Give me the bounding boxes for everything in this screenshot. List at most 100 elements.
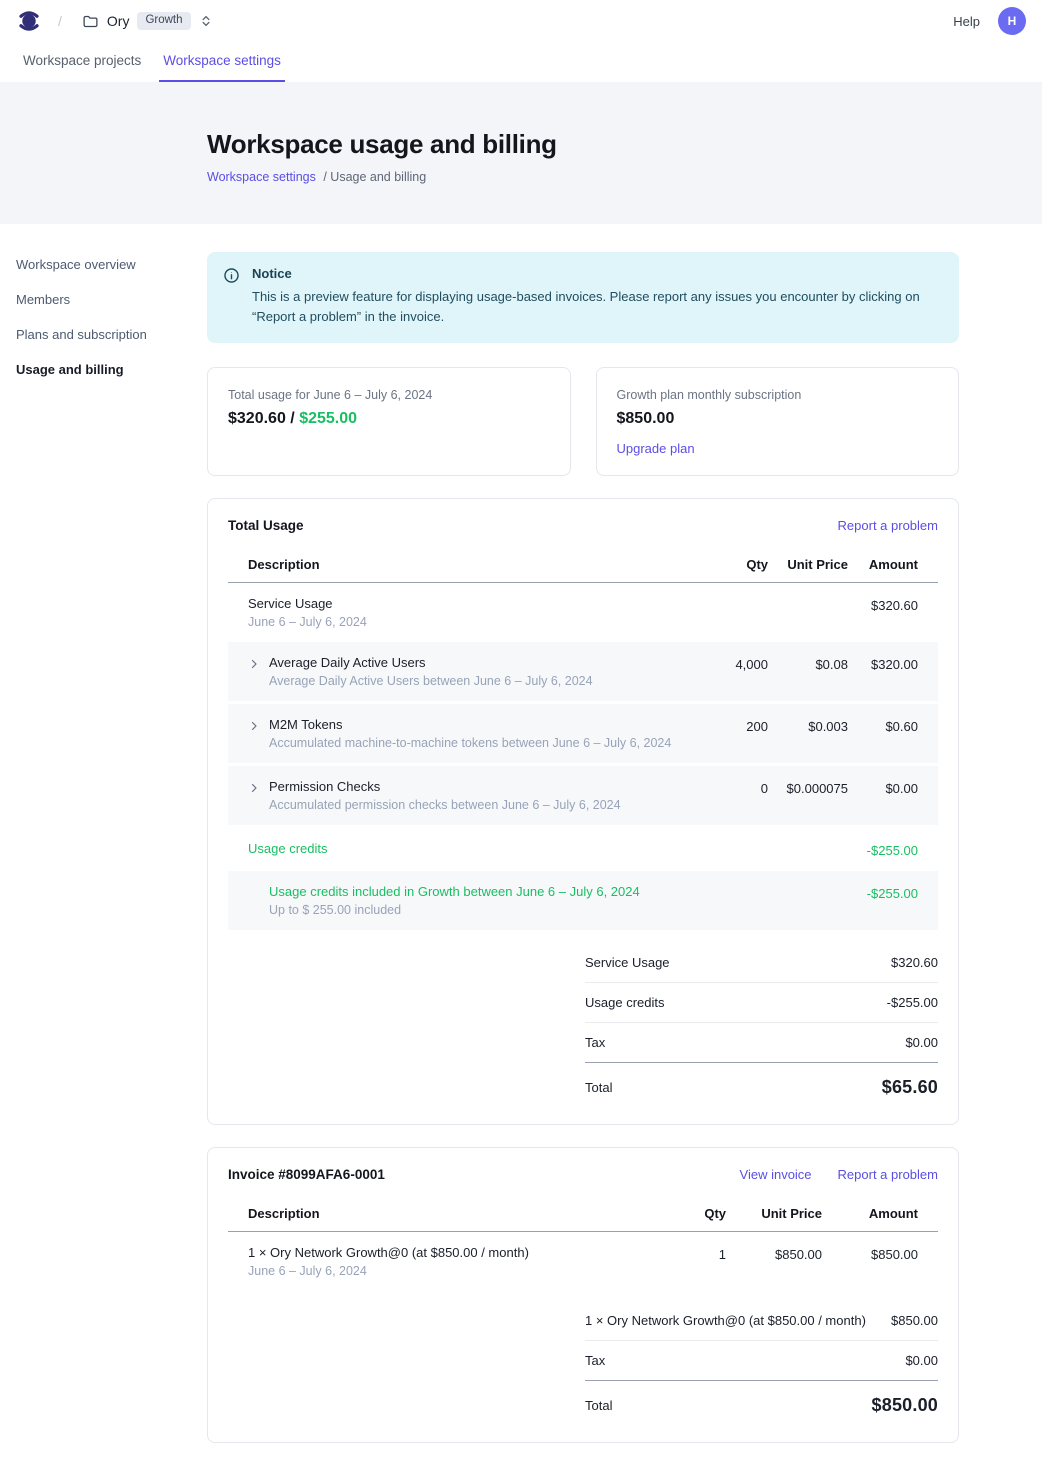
row-title: Usage credits xyxy=(248,841,327,856)
column-unit-price: Unit Price xyxy=(726,1206,822,1221)
breadcrumb: Workspace settings / Usage and billing xyxy=(207,170,1042,184)
sidebar-item-plans-and-subscription[interactable]: Plans and subscription xyxy=(16,322,197,347)
sidebar-item-usage-and-billing[interactable]: Usage and billing xyxy=(16,357,197,382)
summary-label: Service Usage xyxy=(585,955,670,970)
workspace-switcher[interactable]: Ory Growth xyxy=(76,8,219,34)
workspace-tabs: Workspace projects Workspace settings xyxy=(0,42,1042,82)
usage-row-usage-credits: Usage credits -$255.00 xyxy=(228,828,938,871)
row-unit-price: $0.08 xyxy=(768,655,848,672)
invoice-summary: 1 × Ory Network Growth@0 (at $850.00 / m… xyxy=(585,1301,938,1422)
summary-row-tax: Tax $0.00 xyxy=(585,1341,938,1381)
invoice-row-growth-plan: 1 × Ory Network Growth@0 (at $850.00 / m… xyxy=(228,1232,938,1291)
total-usage-summary-card: Total usage for June 6 – July 6, 2024 $3… xyxy=(207,367,571,476)
column-unit-price: Unit Price xyxy=(768,557,848,572)
row-unit-price: $850.00 xyxy=(726,1245,822,1262)
usage-separator: / xyxy=(286,410,299,427)
breadcrumb-workspace-settings-link[interactable]: Workspace settings xyxy=(207,170,316,184)
row-title: 1 × Ory Network Growth@0 (at $850.00 / m… xyxy=(248,1245,529,1260)
summary-label: Usage credits xyxy=(585,995,664,1010)
row-title: Usage credits included in Growth between… xyxy=(269,884,640,899)
sidebar-item-members[interactable]: Members xyxy=(16,287,197,312)
row-subtitle: Accumulated machine-to-machine tokens be… xyxy=(269,736,671,750)
usage-credit-amount: $255.00 xyxy=(299,410,357,427)
row-unit-price: $0.000075 xyxy=(768,779,848,796)
summary-value: $65.60 xyxy=(882,1077,938,1098)
usage-row-permission-checks[interactable]: Permission Checks Accumulated permission… xyxy=(228,766,938,828)
summary-label: Tax xyxy=(585,1035,605,1050)
summary-value: $850.00 xyxy=(872,1395,938,1416)
upgrade-plan-link[interactable]: Upgrade plan xyxy=(617,441,695,456)
row-title: M2M Tokens xyxy=(269,717,671,732)
chevron-right-icon[interactable] xyxy=(248,720,260,750)
invoice-table-header: Description Qty Unit Price Amount xyxy=(228,1206,938,1232)
row-amount: $320.60 xyxy=(848,596,918,613)
usage-row-average-daily-active-users[interactable]: Average Daily Active Users Average Daily… xyxy=(228,642,938,704)
column-qty: Qty xyxy=(678,557,768,572)
column-description: Description xyxy=(248,557,678,572)
notice-title: Notice xyxy=(252,266,935,281)
report-problem-link[interactable]: Report a problem xyxy=(838,1167,938,1182)
row-qty xyxy=(678,841,768,843)
summary-row-service-usage: Service Usage $320.60 xyxy=(585,943,938,983)
row-title: Permission Checks xyxy=(269,779,621,794)
column-qty: Qty xyxy=(636,1206,726,1221)
summary-value: -$255.00 xyxy=(887,995,938,1010)
notice-body: This is a preview feature for displaying… xyxy=(252,287,935,327)
summary-row-total: Total $850.00 xyxy=(585,1381,938,1422)
breadcrumb-separator: / xyxy=(58,13,62,29)
summary-label: Total xyxy=(585,1398,612,1413)
usage-amount: $320.60 xyxy=(228,410,286,427)
row-qty xyxy=(678,884,768,886)
row-unit-price xyxy=(768,841,848,843)
row-subtitle: June 6 – July 6, 2024 xyxy=(248,1264,529,1278)
view-invoice-link[interactable]: View invoice xyxy=(740,1167,812,1182)
settings-sidebar: Workspace overview Members Plans and sub… xyxy=(0,224,207,392)
usage-card-title: Total Usage xyxy=(228,518,304,533)
row-amount: $0.00 xyxy=(848,779,918,796)
row-title: Service Usage xyxy=(248,596,367,611)
row-amount: -$255.00 xyxy=(848,884,918,901)
row-qty: 4,000 xyxy=(678,655,768,672)
row-subtitle: Accumulated permission checks between Ju… xyxy=(269,798,621,812)
tab-workspace-settings[interactable]: Workspace settings xyxy=(159,42,285,82)
plan-amount: $850.00 xyxy=(617,410,939,428)
sidebar-item-workspace-overview[interactable]: Workspace overview xyxy=(16,252,197,277)
help-link[interactable]: Help xyxy=(953,14,980,29)
row-title: Average Daily Active Users xyxy=(269,655,593,670)
usage-row-m2m-tokens[interactable]: M2M Tokens Accumulated machine-to-machin… xyxy=(228,704,938,766)
summary-value: $0.00 xyxy=(905,1035,938,1050)
summary-label: 1 × Ory Network Growth@0 (at $850.00 / m… xyxy=(585,1313,866,1328)
info-icon xyxy=(223,267,240,327)
column-amount: Amount xyxy=(848,557,918,572)
row-unit-price: $0.003 xyxy=(768,717,848,734)
row-amount: $320.00 xyxy=(848,655,918,672)
chevron-right-icon[interactable] xyxy=(248,782,260,812)
row-subtitle: Up to $ 255.00 included xyxy=(269,903,640,917)
user-avatar[interactable]: H xyxy=(998,7,1026,35)
workspace-name: Ory xyxy=(107,13,130,29)
preview-notice: Notice This is a preview feature for dis… xyxy=(207,252,959,343)
total-usage-card: Total Usage Report a problem Description… xyxy=(207,498,959,1125)
usage-row-service-usage: Service Usage June 6 – July 6, 2024 $320… xyxy=(228,583,938,642)
breadcrumb-current: / Usage and billing xyxy=(323,170,426,184)
usage-summary: Service Usage $320.60 Usage credits -$25… xyxy=(585,943,938,1104)
plan-subscription-card: Growth plan monthly subscription $850.00… xyxy=(596,367,960,476)
column-description: Description xyxy=(248,1206,636,1221)
ory-logo-icon[interactable] xyxy=(16,8,42,34)
chevron-up-down-icon xyxy=(199,14,213,28)
row-unit-price xyxy=(768,596,848,598)
invoice-card: Invoice #8099AFA6-0001 View invoice Repo… xyxy=(207,1147,959,1443)
report-problem-link[interactable]: Report a problem xyxy=(838,518,938,533)
top-bar: / Ory Growth Help H xyxy=(0,0,1042,42)
plan-label: Growth plan monthly subscription xyxy=(617,388,939,402)
tab-workspace-projects[interactable]: Workspace projects xyxy=(19,42,145,82)
invoice-title: Invoice #8099AFA6-0001 xyxy=(228,1167,385,1182)
summary-value: $320.60 xyxy=(891,955,938,970)
page-header: Workspace usage and billing Workspace se… xyxy=(0,82,1042,224)
row-amount: -$255.00 xyxy=(848,841,918,858)
summary-row-total: Total $65.60 xyxy=(585,1063,938,1104)
folder-icon xyxy=(82,13,99,30)
row-qty: 200 xyxy=(678,717,768,734)
row-subtitle: June 6 – July 6, 2024 xyxy=(248,615,367,629)
chevron-right-icon[interactable] xyxy=(248,658,260,688)
